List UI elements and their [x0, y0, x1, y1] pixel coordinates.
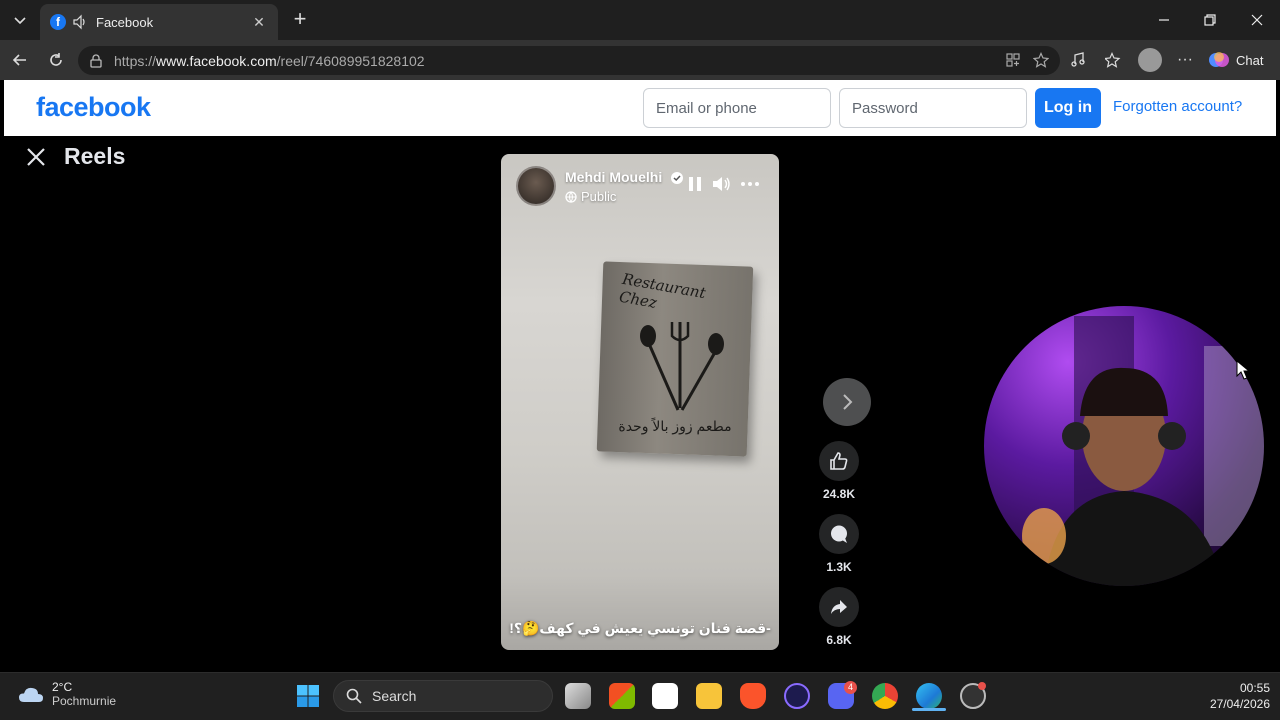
- copilot-chat-button[interactable]: Chat: [1208, 47, 1272, 73]
- reel-caption: -قصة فنان تونسي يعيش في كهف🤔؟!: [509, 620, 771, 636]
- browser-tab[interactable]: f Facebook ✕: [40, 4, 278, 40]
- windows-taskbar: [0, 672, 1280, 720]
- close-tab-icon[interactable]: ✕: [250, 13, 268, 31]
- taskbar-search[interactable]: Search: [333, 680, 553, 712]
- brave-browser-icon[interactable]: [740, 683, 766, 709]
- recording-dot: [978, 682, 986, 690]
- edge-browser-icon[interactable]: [916, 683, 942, 709]
- mouse-cursor-icon: [1236, 360, 1250, 380]
- back-arrow-icon[interactable]: [8, 48, 32, 72]
- pause-icon[interactable]: [685, 174, 705, 194]
- url-text: https://www.facebook.com/reel/7460899518…: [114, 52, 425, 69]
- share-arrow-icon: [831, 600, 847, 614]
- creator-avatar[interactable]: [516, 166, 556, 206]
- sign-arabic-text: مطعم زوز بالاً وحدة: [618, 418, 732, 434]
- chevron-right-icon: [843, 394, 853, 410]
- close-window-icon[interactable]: [1245, 8, 1269, 32]
- search-icon: [346, 688, 362, 704]
- tab-list-chevron-icon[interactable]: [6, 6, 34, 34]
- microsoft-store-icon[interactable]: [652, 683, 678, 709]
- copilot-icon: [1209, 52, 1229, 67]
- verified-badge-icon: [671, 172, 683, 184]
- clock-time: 00:55: [1239, 681, 1270, 695]
- favorites-icon[interactable]: [1101, 48, 1125, 72]
- weather-desc: Pochmurnie: [52, 694, 117, 708]
- thumbs-up-icon: [830, 452, 848, 470]
- speaker-icon[interactable]: [72, 14, 88, 30]
- comment-bubble-icon: [831, 525, 847, 543]
- streamer-silhouette: [1022, 316, 1264, 586]
- app-available-icon[interactable]: [1001, 48, 1025, 72]
- chrome-icon[interactable]: [872, 683, 898, 709]
- privacy-text: Public: [581, 189, 617, 204]
- globe-icon: [565, 190, 577, 203]
- close-icon[interactable]: [25, 146, 47, 168]
- password-field[interactable]: Password: [839, 88, 1027, 128]
- temperature: 2°C: [52, 680, 73, 694]
- new-tab-plus-icon[interactable]: +: [288, 8, 312, 32]
- share-count: 6.8K: [826, 633, 852, 647]
- facebook-logo[interactable]: facebook: [36, 92, 151, 123]
- comment-count: 1.3K: [826, 560, 852, 574]
- system-clock[interactable]: 00:55 27/04/2026: [1190, 680, 1270, 712]
- privacy-label: Public: [565, 189, 616, 204]
- next-reel-button[interactable]: [823, 378, 871, 426]
- forgotten-account-link[interactable]: Forgotten account?: [1113, 98, 1242, 115]
- comment-button[interactable]: [819, 514, 859, 554]
- share-button[interactable]: [819, 587, 859, 627]
- favorite-star-icon[interactable]: [1029, 48, 1053, 72]
- volume-icon[interactable]: [712, 174, 732, 194]
- restore-icon[interactable]: [1198, 8, 1222, 32]
- tab-title: Facebook: [96, 14, 154, 30]
- address-bar[interactable]: https://www.facebook.com/reel/7460899518…: [78, 46, 1060, 75]
- widgets-app-icon[interactable]: [609, 683, 635, 709]
- refresh-icon[interactable]: [44, 48, 68, 72]
- site-info-icon[interactable]: [88, 53, 104, 69]
- page-title: Reels: [64, 143, 126, 169]
- task-view-icon[interactable]: [565, 683, 591, 709]
- like-button[interactable]: [819, 441, 859, 481]
- cloud-icon: [19, 687, 43, 702]
- chat-label: Chat: [1236, 52, 1264, 68]
- clock-date: 27/04/2026: [1209, 697, 1270, 711]
- profile-avatar[interactable]: [1138, 48, 1162, 72]
- discord-badge: 4: [844, 681, 857, 694]
- more-options-icon[interactable]: ···: [1173, 48, 1197, 72]
- login-button[interactable]: Log in: [1035, 88, 1101, 128]
- weather-widget[interactable]: 2°C Pochmurnie: [18, 680, 116, 708]
- webcam-overlay: [984, 306, 1264, 586]
- like-count: 24.8K: [822, 487, 856, 501]
- minimize-icon[interactable]: [1152, 8, 1176, 32]
- media-control-icon[interactable]: [1066, 48, 1090, 72]
- fork-spoon-drawing-icon: [640, 322, 724, 411]
- facebook-favicon-icon: f: [50, 14, 66, 30]
- windows-start-icon[interactable]: [296, 684, 320, 708]
- file-explorer-icon[interactable]: [696, 683, 722, 709]
- email-field[interactable]: Email or phone: [643, 88, 831, 128]
- creator-name[interactable]: Mehdi Mouelhi: [565, 169, 662, 185]
- search-label: Search: [372, 688, 417, 704]
- more-options-icon[interactable]: [740, 174, 760, 194]
- active-app-indicator: [912, 708, 946, 711]
- app-circle-icon[interactable]: [784, 683, 810, 709]
